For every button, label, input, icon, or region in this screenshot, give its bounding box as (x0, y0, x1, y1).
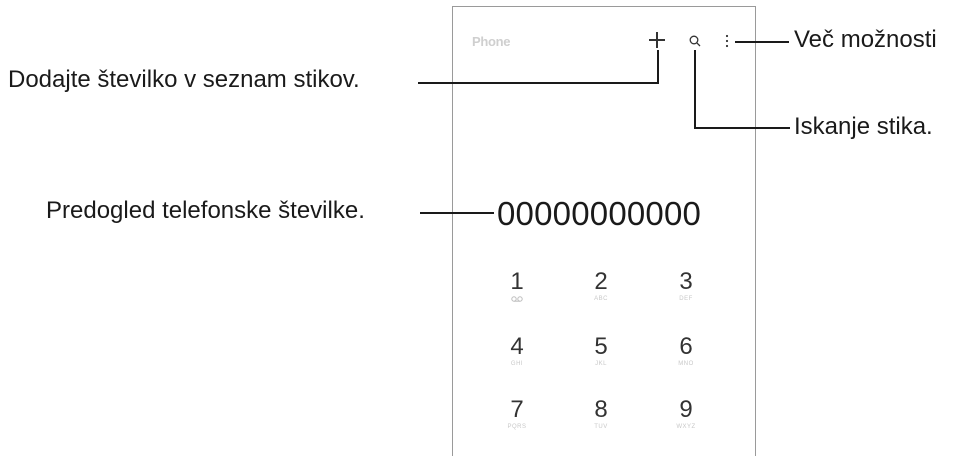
more-options-icon[interactable] (725, 34, 729, 48)
key-digit: 5 (594, 333, 608, 360)
key-digit: 6 (679, 333, 693, 360)
key-3[interactable]: 3 DEF (656, 269, 716, 303)
callout-line-add-contact-vertical (657, 50, 659, 84)
key-digit: 4 (510, 333, 524, 360)
callout-line-search (694, 127, 790, 129)
plus-icon[interactable] (649, 32, 665, 48)
key-8[interactable]: 8 TUV (571, 397, 631, 431)
key-letters: GHI (510, 361, 524, 367)
key-letters: ABC (594, 296, 608, 302)
key-7[interactable]: 7 PQRS (487, 397, 547, 431)
key-letters: MNO (678, 361, 694, 367)
key-digit: 2 (594, 268, 608, 295)
app-title: Phone (472, 34, 511, 49)
key-5[interactable]: 5 JKL (571, 334, 631, 368)
key-letters: WXYZ (676, 424, 696, 430)
key-digit: 8 (594, 396, 608, 423)
callout-line-add-contact (418, 82, 658, 84)
key-letters: JKL (595, 361, 607, 367)
key-6[interactable]: 6 MNO (656, 334, 716, 368)
key-digit: 1 (510, 268, 524, 295)
phone-number-preview: 00000000000 (497, 195, 702, 232)
search-icon[interactable] (689, 35, 701, 47)
voicemail-icon (511, 296, 523, 302)
key-digit: 9 (679, 396, 693, 423)
callout-line-search-vertical (694, 50, 696, 128)
key-letters: DEF (679, 296, 693, 302)
callout-add-contact: Dodajte številko v seznam stikov. (8, 66, 360, 93)
key-4[interactable]: 4 GHI (487, 334, 547, 368)
callout-number-preview: Predogled telefonske številke. (46, 197, 365, 224)
callout-search-contact: Iskanje stika. (794, 113, 933, 140)
key-digit: 7 (510, 396, 524, 423)
key-letters: TUV (594, 424, 608, 430)
key-digit: 3 (679, 268, 693, 295)
callout-line-number-preview (420, 212, 494, 214)
key-1[interactable]: 1 (487, 269, 547, 303)
callout-line-more-options (735, 41, 789, 43)
key-2[interactable]: 2 ABC (571, 269, 631, 303)
phone-screen: Phone 00000000000 1 2 ABC 3 DEF 4 GHI 5 … (452, 6, 756, 456)
key-letters: PQRS (507, 424, 527, 430)
key-9[interactable]: 9 WXYZ (656, 397, 716, 431)
callout-more-options: Več možnosti (794, 26, 937, 53)
